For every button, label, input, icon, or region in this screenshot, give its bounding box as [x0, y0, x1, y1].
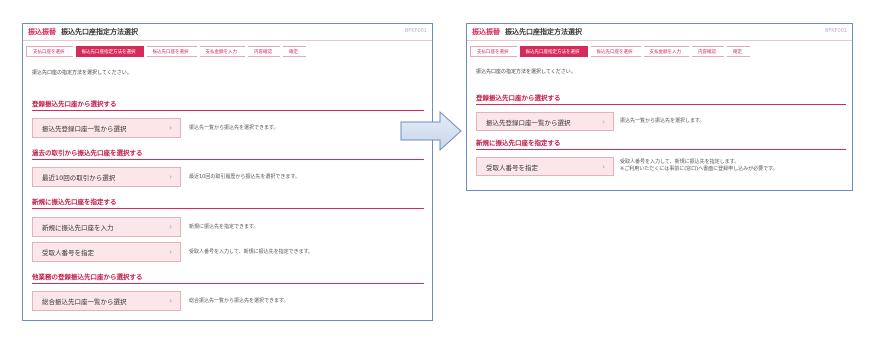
- step-indicator: 支払口座を選択 振込先口座指定方法を選択 振込先口座を選択 支払金額を入力 内容…: [26, 46, 309, 57]
- button-label: 受取人番号を指定: [42, 249, 94, 257]
- step-5: 内容確認: [692, 46, 724, 57]
- chevron-right-icon: ›: [169, 173, 172, 181]
- specify-recipient-number-button[interactable]: 受取人番号を指定 ›: [32, 242, 181, 262]
- button-description: 最近10回の取引履歴から振込先を選択できます。: [189, 174, 300, 180]
- instruction-text: 振込先口座の指定方法を選択してください。: [476, 69, 576, 75]
- section-registered: 登録振込先口座から選択する: [32, 98, 424, 111]
- chevron-right-icon: ›: [602, 162, 605, 171]
- button-description: 総合振込先一覧から振込先を選択できます。: [189, 298, 289, 304]
- button-note: ※ご利用いただくには事前に(窓口)へ書面に登録申し込みが必要です。: [620, 166, 778, 172]
- screen-code: BFKF001: [404, 28, 427, 34]
- step-5: 内容確認: [248, 46, 280, 57]
- enter-new-account-button[interactable]: 新規に振込先口座を入力 ›: [32, 217, 181, 237]
- screen-code: BFKF001: [824, 28, 847, 34]
- step-3: 振込先口座を選択: [590, 46, 641, 57]
- button-label: 総合振込先口座一覧から選択: [42, 298, 127, 306]
- button-label: 新規に振込先口座を入力: [42, 224, 114, 232]
- select-registered-list-button[interactable]: 振込先登録口座一覧から選択 ›: [476, 112, 614, 131]
- chevron-right-icon: ›: [169, 223, 172, 231]
- page-title: 振込先口座指定方法選択: [505, 28, 582, 36]
- step-2-current: 振込先口座指定方法を選択: [75, 46, 144, 57]
- button-description: 受取人番号を入力して、新規に振込先を指定できます。: [189, 249, 314, 255]
- page-header: 振込振替 振込先口座指定方法選択 BFKF001: [467, 24, 852, 41]
- button-label: 最近10回の取引から選択: [42, 174, 116, 182]
- section-registered: 登録振込先口座から選択する: [476, 92, 846, 105]
- step-6: 確定: [283, 46, 306, 57]
- button-description: 新規に振込先を指定できます。: [189, 224, 259, 230]
- step-4: 支払金額を入力: [643, 46, 689, 57]
- instruction-text: 振込先口座の指定方法を選択してください。: [32, 70, 132, 76]
- select-recent-10-button[interactable]: 最近10回の取引から選択 ›: [32, 167, 181, 187]
- header-tag: 振込振替: [472, 28, 500, 36]
- step-6: 確定: [727, 46, 750, 57]
- step-4: 支払金額を入力: [199, 46, 245, 57]
- chevron-right-icon: ›: [169, 297, 172, 305]
- step-1: 支払口座を選択: [26, 46, 73, 57]
- chevron-right-icon: ›: [602, 117, 605, 126]
- header-tag: 振込振替: [28, 28, 56, 36]
- button-description: 振込先一覧から振込先を選択できます。: [189, 125, 279, 131]
- select-bulk-transfer-list-button[interactable]: 総合振込先口座一覧から選択 ›: [32, 291, 181, 311]
- step-3: 振込先口座を選択: [146, 46, 197, 57]
- screen-after: 振込振替 振込先口座指定方法選択 BFKF001 支払口座を選択 振込先口座指定…: [466, 23, 853, 191]
- chevron-right-icon: ›: [169, 248, 172, 256]
- screen-before: 振込振替 振込先口座指定方法選択 BFKF001 支払口座を選択 振込先口座指定…: [22, 23, 433, 321]
- specify-recipient-number-button[interactable]: 受取人番号を指定 ›: [476, 157, 614, 176]
- button-label: 受取人番号を指定: [486, 163, 538, 172]
- section-past-transactions: 過去の取引から振込先口座を選択する: [32, 147, 424, 160]
- step-2-current: 振込先口座指定方法を選択: [519, 46, 588, 57]
- section-new-account: 新規に振込先口座を指定する: [476, 137, 846, 150]
- button-label: 振込先登録口座一覧から選択: [42, 125, 127, 133]
- button-label: 振込先登録口座一覧から選択: [486, 118, 571, 127]
- button-description: 振込先一覧から振込先を選択します。: [620, 118, 705, 124]
- step-1: 支払口座を選択: [470, 46, 517, 57]
- section-other-services: 他業務の登録振込先口座から選択する: [32, 271, 424, 284]
- section-new-account: 新規に振込先口座を指定する: [32, 196, 424, 209]
- arrow-right-icon: [400, 111, 462, 151]
- select-registered-list-button[interactable]: 振込先登録口座一覧から選択 ›: [32, 118, 181, 138]
- step-indicator: 支払口座を選択 振込先口座指定方法を選択 振込先口座を選択 支払金額を入力 内容…: [470, 46, 753, 57]
- page-header: 振込振替 振込先口座指定方法選択 BFKF001: [23, 24, 432, 41]
- page-title: 振込先口座指定方法選択: [61, 28, 138, 36]
- chevron-right-icon: ›: [169, 124, 172, 132]
- button-description: 受取人番号を入力して、新規に振込先を指定します。: [620, 159, 740, 165]
